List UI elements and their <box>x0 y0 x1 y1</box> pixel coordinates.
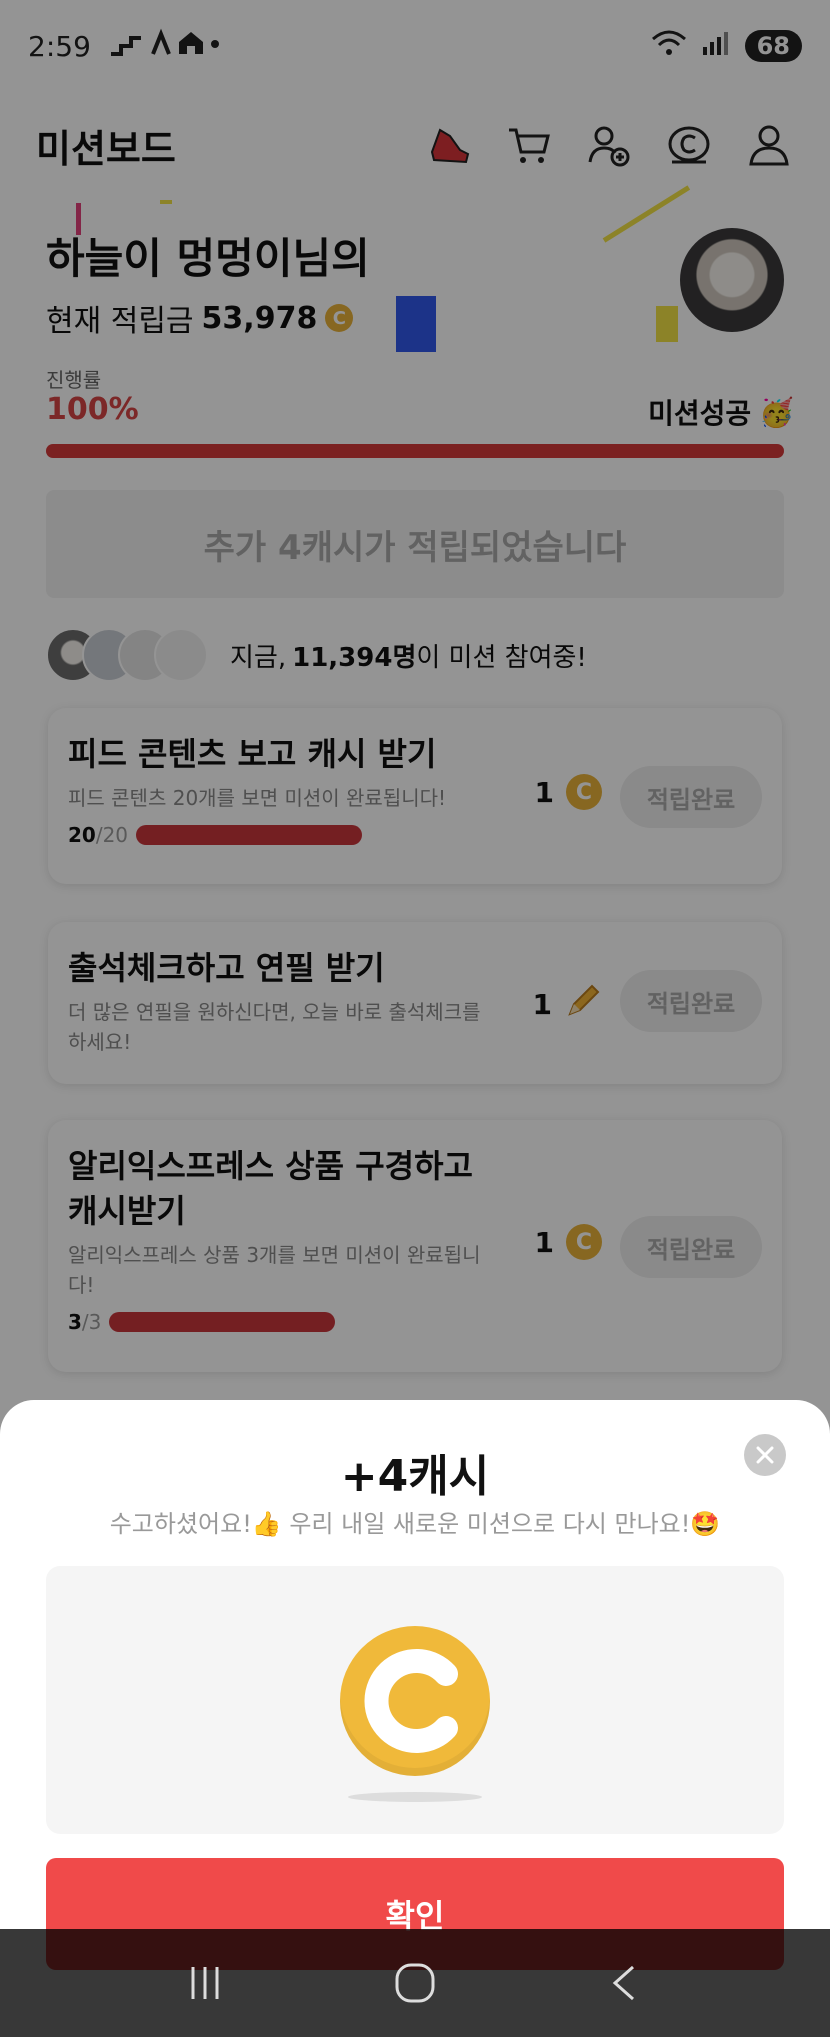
big-coin-icon <box>340 1626 490 1776</box>
sheet-subtitle: 수고하셨어요!👍 우리 내일 새로운 미션으로 다시 만나요!🤩 <box>109 1510 721 1538</box>
home-icon <box>395 1963 435 2003</box>
coin-illustration-box <box>46 1566 784 1834</box>
back-icon <box>612 1965 634 2001</box>
coin-shadow <box>348 1792 482 1802</box>
back-button[interactable] <box>595 1953 655 2013</box>
sheet-title: +4캐시 <box>340 1451 490 1502</box>
home-button[interactable] <box>385 1953 445 2013</box>
close-button[interactable] <box>744 1434 786 1476</box>
recent-apps-icon <box>191 1967 219 1999</box>
recent-apps-button[interactable] <box>175 1953 235 2013</box>
close-icon <box>756 1446 774 1464</box>
system-nav-bar <box>0 1929 830 2037</box>
